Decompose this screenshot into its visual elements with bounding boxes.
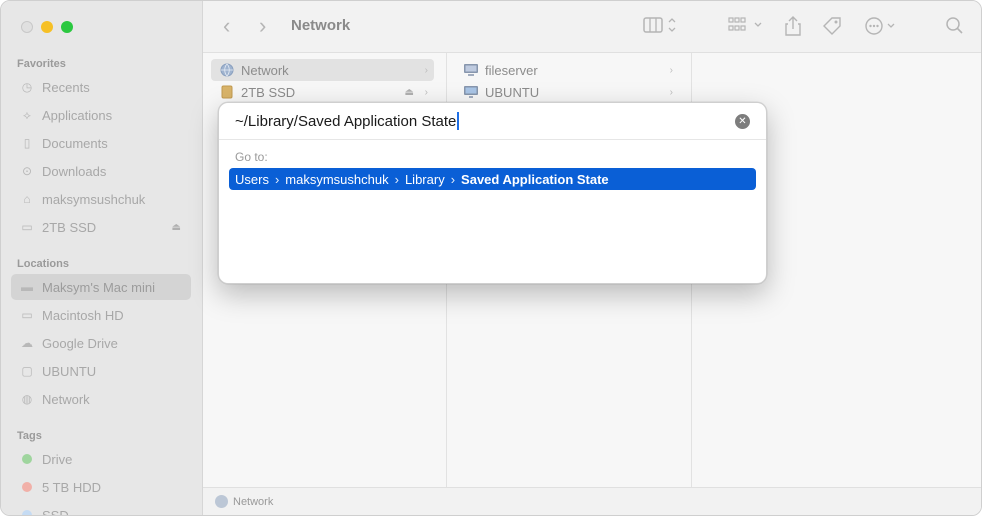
sidebar-item-recents[interactable]: ◷ Recents bbox=[11, 74, 191, 100]
list-item-network[interactable]: Network › bbox=[211, 59, 434, 81]
column-view-icon[interactable] bbox=[643, 15, 677, 40]
tags-heading: Tags bbox=[17, 430, 42, 442]
sidebar-item-label: Documents bbox=[42, 135, 108, 151]
sidebar-item-label: Applications bbox=[42, 107, 113, 123]
search-icon[interactable] bbox=[945, 15, 965, 42]
sidebar-item-mac-mini[interactable]: ▬ Maksym's Mac mini bbox=[11, 274, 191, 300]
sidebar-item-label: 5 TB HDD bbox=[42, 479, 101, 495]
sidebar-item-label: maksymsushchuk bbox=[42, 191, 146, 207]
locations-heading: Locations bbox=[17, 258, 69, 270]
tag-icon[interactable] bbox=[821, 15, 843, 42]
clock-icon: ◷ bbox=[21, 80, 33, 94]
breadcrumb-home: maksymsushchuk bbox=[285, 171, 389, 187]
path-input-value: ~/Library/Saved Application State bbox=[235, 112, 457, 130]
sidebar-item-ubuntu[interactable]: ▢ UBUNTU bbox=[11, 358, 191, 384]
drive-icon: ▭ bbox=[21, 220, 33, 234]
display-icon: ▢ bbox=[21, 364, 33, 378]
sidebar-item-label: SSD bbox=[42, 507, 69, 516]
list-item-fileserver[interactable]: fileserver › bbox=[455, 59, 679, 81]
go-to-folder-dialog: ~/Library/Saved Application State ✕ Go t… bbox=[218, 102, 767, 284]
chevron-right-icon: › bbox=[424, 64, 428, 76]
computer-icon: ▬ bbox=[21, 280, 33, 294]
download-icon: ⊙ bbox=[21, 164, 33, 178]
sidebar-item-label: UBUNTU bbox=[42, 363, 97, 379]
chevron-right-icon: › bbox=[424, 86, 428, 98]
sidebar-item-google-drive[interactable]: ☁ Google Drive bbox=[11, 330, 191, 356]
sidebar-item-label: Maksym's Mac mini bbox=[42, 279, 155, 295]
list-item-label: Network bbox=[241, 62, 289, 78]
tag-dot-icon bbox=[19, 507, 35, 515]
list-item-label: fileserver bbox=[485, 62, 538, 78]
home-icon: ⌂ bbox=[23, 192, 31, 206]
sidebar: Favorites ◷ Recents ⟡ Applications ▯ Doc… bbox=[1, 1, 203, 516]
sidebar-item-documents[interactable]: ▯ Documents bbox=[11, 130, 191, 156]
back-icon[interactable]: ‹ bbox=[223, 15, 230, 37]
list-item-2tb-ssd[interactable]: 2TB SSD ⏏ › bbox=[211, 81, 434, 103]
maximize-button[interactable] bbox=[61, 21, 73, 33]
list-item-label: 2TB SSD bbox=[241, 84, 296, 100]
finder-window: Favorites ◷ Recents ⟡ Applications ▯ Doc… bbox=[0, 0, 982, 516]
server-icon bbox=[463, 62, 479, 78]
sidebar-item-label: 2TB SSD bbox=[42, 219, 97, 235]
breadcrumb-library: Library bbox=[404, 171, 445, 187]
globe-icon bbox=[219, 62, 235, 78]
document-icon: ▯ bbox=[23, 136, 31, 150]
eject-icon[interactable]: ⏏ bbox=[172, 222, 181, 233]
sidebar-item-label: Macintosh HD bbox=[42, 307, 124, 323]
list-item-ubuntu[interactable]: UBUNTU › bbox=[455, 81, 679, 103]
window-title: Network bbox=[291, 17, 351, 34]
drive-icon bbox=[219, 84, 235, 100]
sidebar-item-label: Recents bbox=[42, 79, 90, 95]
path-suggestion[interactable]: Users › maksymsushchuk › Library › Saved… bbox=[229, 168, 756, 190]
sidebar-tag-5tb-hdd[interactable]: 5 TB HDD bbox=[11, 474, 191, 500]
breadcrumb-users: Users bbox=[235, 171, 269, 187]
applications-icon: ⟡ bbox=[23, 107, 31, 122]
group-icon[interactable] bbox=[727, 15, 765, 40]
sidebar-item-label: Drive bbox=[42, 451, 73, 467]
sidebar-item-label: Downloads bbox=[42, 163, 107, 179]
sidebar-item-downloads[interactable]: ⊙ Downloads bbox=[11, 158, 191, 184]
text-caret bbox=[457, 112, 460, 130]
tag-dot-icon bbox=[19, 479, 35, 495]
chevron-right-icon: › bbox=[669, 86, 673, 98]
chevron-right-icon: › bbox=[450, 171, 456, 187]
eject-icon[interactable]: ⏏ bbox=[405, 87, 414, 98]
toolbar: ‹ › Network bbox=[203, 1, 981, 53]
window-controls bbox=[21, 21, 73, 33]
globe-icon: ◍ bbox=[21, 392, 33, 406]
globe-icon bbox=[215, 495, 228, 508]
chevron-right-icon: › bbox=[274, 171, 280, 187]
tag-dot-icon bbox=[19, 451, 35, 467]
cloud-icon: ☁ bbox=[21, 336, 33, 350]
sidebar-item-macintosh-hd[interactable]: ▭ Macintosh HD bbox=[11, 302, 191, 328]
go-to-label: Go to: bbox=[235, 150, 268, 164]
display-icon bbox=[463, 84, 479, 100]
sidebar-tag-ssd[interactable]: SSD bbox=[11, 502, 191, 516]
breadcrumb-saved-application-state: Saved Application State bbox=[461, 171, 609, 187]
favorites-heading: Favorites bbox=[17, 58, 66, 70]
sidebar-item-label: Google Drive bbox=[42, 335, 118, 351]
close-button[interactable] bbox=[21, 21, 33, 33]
path-bar: Network bbox=[203, 487, 981, 515]
sidebar-item-2tb-ssd[interactable]: ▭ 2TB SSD ⏏ bbox=[11, 214, 191, 240]
sidebar-item-applications[interactable]: ⟡ Applications bbox=[11, 102, 191, 128]
minimize-button[interactable] bbox=[41, 21, 53, 33]
sidebar-item-label: Network bbox=[42, 391, 90, 407]
chevron-right-icon: › bbox=[669, 64, 673, 76]
forward-icon[interactable]: › bbox=[259, 15, 266, 37]
clear-icon[interactable]: ✕ bbox=[735, 114, 750, 129]
sidebar-item-home[interactable]: ⌂ maksymsushchuk bbox=[11, 186, 191, 212]
drive-icon: ▭ bbox=[21, 308, 33, 322]
more-actions-icon[interactable] bbox=[863, 15, 899, 42]
sidebar-tag-drive[interactable]: Drive bbox=[11, 446, 191, 472]
list-item-label: UBUNTU bbox=[485, 84, 540, 100]
chevron-right-icon: › bbox=[394, 171, 399, 187]
sidebar-item-network[interactable]: ◍ Network bbox=[11, 386, 191, 412]
path-input[interactable]: ~/Library/Saved Application State bbox=[219, 103, 766, 140]
share-icon[interactable] bbox=[783, 15, 803, 42]
path-bar-label[interactable]: Network bbox=[233, 496, 273, 508]
